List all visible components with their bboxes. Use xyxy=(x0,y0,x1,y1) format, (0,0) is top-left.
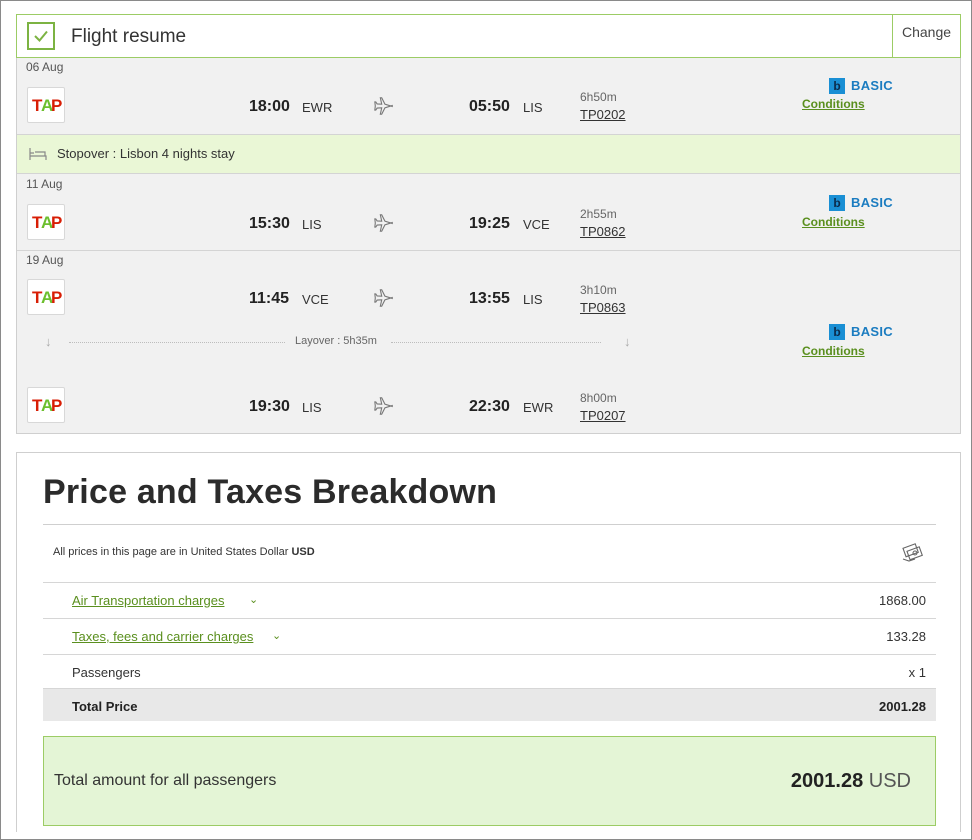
grand-total-label: Total amount for all passengers xyxy=(54,772,277,789)
fare-b-icon: b xyxy=(829,195,845,211)
departure-airport: LIS xyxy=(302,400,322,415)
chevron-down-icon[interactable]: ⌄ xyxy=(249,593,258,606)
currency-note: All prices in this page are in United St… xyxy=(53,546,315,558)
flight-number-link[interactable]: TP0202 xyxy=(580,107,626,122)
check-icon xyxy=(27,22,55,50)
layover-line xyxy=(69,342,285,343)
fare-name: BASIC xyxy=(851,195,893,210)
segment-date: 06 Aug xyxy=(26,60,64,74)
departure-time: 11:45 xyxy=(249,290,290,307)
departure-airport: LIS xyxy=(302,217,322,232)
currency-note-text: All prices in this page are in United St… xyxy=(53,546,289,558)
departure-time: 15:30 xyxy=(249,215,290,232)
conditions-link[interactable]: Conditions xyxy=(802,215,865,229)
change-button[interactable]: Change xyxy=(892,15,960,57)
flight-segments: 06 Aug T A P 18:00 EWR 05:50 LIS 6h50m T… xyxy=(16,58,961,434)
price-breakdown-title: Price and Taxes Breakdown xyxy=(43,473,498,511)
flight-duration: 3h10m xyxy=(580,283,617,297)
title-divider xyxy=(43,524,936,525)
arrival-airport: LIS xyxy=(523,100,543,115)
flight-duration: 6h50m xyxy=(580,90,617,104)
taxes-row: Taxes, fees and carrier charges ⌄ 133.28 xyxy=(43,618,936,654)
layover-line xyxy=(391,342,601,343)
grand-total-currency: USD xyxy=(868,770,911,792)
arrival-airport: EWR xyxy=(523,400,554,415)
flight-number-link[interactable]: TP0862 xyxy=(580,224,626,239)
departure-airport: VCE xyxy=(302,292,329,307)
arrival-time: 05:50 xyxy=(469,98,510,115)
departure-time: 18:00 xyxy=(249,98,290,115)
fare-name: BASIC xyxy=(851,324,893,339)
arrival-airport: LIS xyxy=(523,292,543,307)
arrow-down-icon: ↓ xyxy=(45,334,52,349)
passengers-value: x 1 xyxy=(908,665,926,680)
flight-duration: 2h55m xyxy=(580,207,617,221)
money-icon xyxy=(902,543,923,562)
tap-logo-icon: T A P xyxy=(27,279,65,315)
grand-total-amount: 2001.28 USD xyxy=(791,770,911,793)
passengers-label: Passengers xyxy=(72,665,141,680)
arrival-time: 13:55 xyxy=(469,290,510,307)
fare-basic-badge: b BASIC xyxy=(829,195,893,211)
taxes-fees-value: 133.28 xyxy=(886,629,926,644)
tap-logo-icon: T A P xyxy=(27,87,65,123)
svg-text:P: P xyxy=(51,396,62,415)
stopover-text: Stopover : Lisbon 4 nights stay xyxy=(57,146,235,161)
total-price-row: Total Price 2001.28 xyxy=(43,688,936,721)
fare-b-icon: b xyxy=(829,324,845,340)
tap-logo-icon: T A P xyxy=(27,387,65,423)
svg-text:P: P xyxy=(51,213,62,232)
air-transportation-row: Air Transportation charges ⌄ 1868.00 xyxy=(43,582,936,618)
plane-icon xyxy=(374,289,393,307)
arrival-time: 19:25 xyxy=(469,215,510,232)
chevron-down-icon[interactable]: ⌄ xyxy=(272,629,281,642)
departure-time: 19:30 xyxy=(249,398,290,415)
passengers-row: Passengers x 1 xyxy=(43,654,936,690)
svg-text:P: P xyxy=(51,96,62,115)
flight-number-link[interactable]: TP0207 xyxy=(580,408,626,423)
conditions-link[interactable]: Conditions xyxy=(802,344,865,358)
total-price-label: Total Price xyxy=(72,699,138,714)
bed-icon xyxy=(29,148,47,160)
svg-text:P: P xyxy=(51,288,62,307)
taxes-fees-link[interactable]: Taxes, fees and carrier charges xyxy=(72,629,253,644)
flight-duration: 8h00m xyxy=(580,391,617,405)
fare-basic-badge: b BASIC xyxy=(829,324,893,340)
fare-b-icon: b xyxy=(829,78,845,94)
flight-resume-title: Flight resume xyxy=(71,26,187,47)
air-transportation-value: 1868.00 xyxy=(879,593,926,608)
arrow-down-icon: ↓ xyxy=(624,334,631,349)
plane-icon xyxy=(374,97,393,115)
grand-total-value: 2001.28 xyxy=(790,770,864,792)
plane-icon xyxy=(374,397,393,415)
layover-text: Layover : 5h35m xyxy=(295,335,377,347)
arrival-time: 22:30 xyxy=(469,398,510,415)
arrival-airport: VCE xyxy=(523,217,550,232)
departure-airport: EWR xyxy=(302,100,333,115)
flight-resume-header: Flight resume Change xyxy=(16,14,961,58)
total-price-value: 2001.28 xyxy=(879,699,926,714)
segment-divider xyxy=(17,250,960,251)
currency-code: USD xyxy=(291,546,315,558)
fare-basic-badge: b BASIC xyxy=(829,78,893,94)
tap-logo-icon: T A P xyxy=(27,204,65,240)
segment-date: 11 Aug xyxy=(26,177,63,191)
fare-name: BASIC xyxy=(851,78,893,93)
price-breakdown-panel: Price and Taxes Breakdown All prices in … xyxy=(16,452,961,832)
plane-icon xyxy=(374,214,393,232)
air-transportation-link[interactable]: Air Transportation charges xyxy=(72,593,224,608)
conditions-link[interactable]: Conditions xyxy=(802,97,865,111)
segment-date: 19 Aug xyxy=(26,253,64,267)
stopover-banner: Stopover : Lisbon 4 nights stay xyxy=(17,134,960,174)
flight-number-link[interactable]: TP0863 xyxy=(580,300,626,315)
grand-total-box: Total amount for all passengers 2001.28 … xyxy=(43,736,936,826)
